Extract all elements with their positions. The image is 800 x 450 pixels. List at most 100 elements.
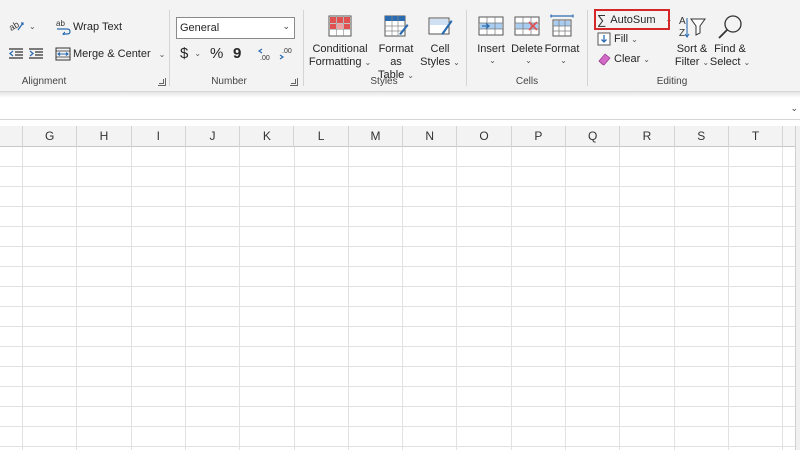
percent-button[interactable]: %: [210, 45, 223, 62]
group-divider: [303, 10, 304, 86]
increase-indent-button[interactable]: [28, 47, 44, 61]
autosum-highlight-box: [594, 9, 670, 30]
grid-column-line: [456, 147, 458, 450]
sort-filter-button[interactable]: A Z Sort & Filter ⌄: [674, 14, 710, 69]
delete-button[interactable]: Delete ⌄: [510, 14, 544, 65]
format-label: Format: [544, 43, 580, 55]
chevron-down-icon: ⌄: [29, 21, 36, 31]
decrease-decimal-button[interactable]: .00: [278, 46, 294, 62]
conditional-formatting-line1: Conditional: [312, 43, 368, 55]
fill-label: Fill: [614, 33, 629, 45]
column-header-r[interactable]: R: [620, 126, 675, 147]
merge-center-icon: [55, 47, 71, 61]
grid-column-line: [673, 147, 675, 450]
comma-style-button[interactable]: 9: [233, 45, 241, 62]
magnifier-icon: [718, 15, 742, 39]
column-header-q[interactable]: Q: [566, 126, 621, 147]
merge-center-button[interactable]: Merge & Center ⌄: [55, 47, 165, 61]
decrease-indent-button[interactable]: [8, 47, 24, 61]
cell-styles-line2: Styles ⌄: [420, 56, 460, 68]
insert-cells-icon: [478, 16, 504, 36]
grid-column-line: [565, 147, 566, 450]
chevron-down-icon: ⌄: [158, 49, 166, 59]
column-header-h[interactable]: H: [77, 126, 132, 147]
column-header-l[interactable]: L: [295, 126, 349, 147]
worksheet-grid[interactable]: [0, 147, 795, 450]
svg-text:.00: .00: [260, 55, 270, 62]
column-header-i[interactable]: I: [132, 126, 186, 147]
svg-text:Z: Z: [679, 28, 685, 39]
decrease-decimal-icon: .00: [279, 48, 292, 60]
vertical-scrollbar-edge[interactable]: [795, 126, 800, 450]
decrease-indent-icon: [8, 48, 23, 59]
svg-text:A: A: [679, 16, 686, 27]
number-dialog-launcher[interactable]: [290, 78, 298, 86]
delete-cells-icon: [514, 16, 540, 36]
svg-text:.00: .00: [282, 48, 292, 55]
grid-column-line: [727, 147, 729, 450]
currency-button[interactable]: $ ⌄: [180, 45, 201, 62]
merge-center-label: Merge & Center: [73, 48, 151, 60]
conditional-formatting-icon: [328, 15, 352, 37]
chevron-down-icon[interactable]: ⌄: [790, 103, 798, 114]
chevron-down-icon: ⌄: [282, 21, 290, 31]
grid-column-line: [619, 147, 621, 450]
number-group-label: Number: [211, 76, 247, 87]
grid-column-line: [130, 147, 132, 450]
chevron-down-icon: ⌄: [643, 54, 650, 64]
svg-text:ab: ab: [56, 19, 65, 28]
delete-label: Delete: [511, 43, 543, 55]
grid-column-line: [293, 147, 295, 450]
chevron-down-icon: ⌄: [489, 56, 496, 65]
column-header-j[interactable]: J: [186, 126, 241, 147]
group-divider: [587, 10, 588, 86]
wrap-text-icon: ab: [56, 19, 71, 35]
find-select-line2: Select ⌄: [709, 56, 751, 68]
number-format-select[interactable]: General ⌄: [176, 17, 295, 39]
column-header-n[interactable]: N: [403, 126, 458, 147]
increase-decimal-icon: .00: [257, 48, 270, 62]
currency-icon: $: [180, 45, 189, 62]
fill-down-icon: [597, 32, 611, 46]
column-header-k[interactable]: K: [240, 126, 295, 147]
number-format-value: General: [180, 22, 220, 34]
column-header-s[interactable]: S: [675, 126, 729, 147]
clear-label: Clear: [614, 53, 641, 65]
column-header-g[interactable]: G: [23, 126, 78, 147]
sort-filter-icon: A Z: [679, 16, 706, 39]
chevron-down-icon: ⌄: [560, 56, 567, 65]
format-cells-icon: [550, 14, 574, 37]
format-as-table-line1: Format as: [378, 43, 414, 68]
insert-button[interactable]: Insert ⌄: [474, 14, 508, 65]
eraser-icon: [598, 53, 611, 66]
format-button[interactable]: Format ⌄: [545, 14, 579, 65]
format-as-table-icon: [384, 15, 409, 37]
alignment-dialog-launcher[interactable]: [158, 78, 166, 86]
find-select-button[interactable]: Find & Select ⌄: [710, 14, 750, 69]
grid-column-line: [782, 147, 784, 450]
increase-decimal-button[interactable]: .00: [257, 46, 273, 62]
cell-styles-button[interactable]: Cell Styles ⌄: [420, 14, 460, 69]
fill-button[interactable]: Fill ⌄: [597, 32, 638, 46]
wrap-text-label: Wrap Text: [73, 21, 123, 33]
conditional-formatting-line2: Formatting ⌄: [308, 56, 372, 68]
format-as-table-button[interactable]: Format as Table ⌄: [372, 14, 420, 82]
column-header-t[interactable]: T: [729, 126, 784, 147]
comma-icon: 9: [233, 45, 242, 62]
clear-button[interactable]: Clear ⌄: [597, 52, 650, 66]
column-header-o[interactable]: O: [457, 126, 512, 147]
sort-filter-line2: Filter ⌄: [674, 56, 710, 68]
formula-bar[interactable]: ⌄: [0, 98, 800, 120]
group-divider: [466, 10, 467, 86]
cell-styles-icon: [428, 17, 453, 35]
orientation-button[interactable]: ab ⌄: [8, 18, 36, 34]
grid-column-line: [402, 147, 404, 450]
column-header-p[interactable]: P: [512, 126, 566, 147]
chevron-down-icon: ⌄: [525, 56, 532, 65]
column-header-m[interactable]: M: [349, 126, 404, 147]
grid-column-line: [76, 147, 78, 450]
grid-column-line: [510, 147, 512, 450]
column-header-partial[interactable]: [0, 126, 23, 147]
conditional-formatting-button[interactable]: Conditional Formatting ⌄: [309, 14, 371, 69]
wrap-text-button[interactable]: ab Wrap Text: [55, 19, 122, 35]
